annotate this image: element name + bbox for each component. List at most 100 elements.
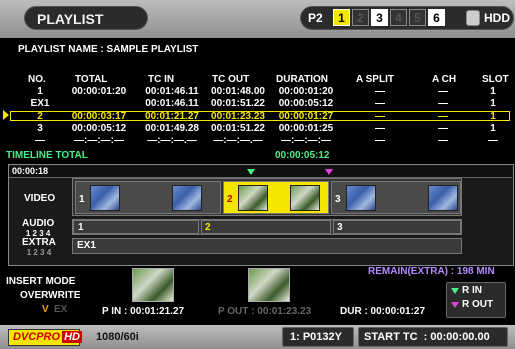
overwrite-label[interactable]: OVERWRITE	[20, 290, 80, 301]
audio-track-label: AUDIO 1 2 3 4	[22, 219, 54, 239]
playlist-name: PLAYLIST NAME : SAMPLE PLAYLIST	[18, 44, 199, 55]
row-cell-total: —:—:—:—	[74, 135, 124, 146]
codec-badge: DVCPRO HD	[8, 329, 82, 346]
row-cell-tc_in: —:—:—.—	[147, 135, 197, 146]
audio-clip-2: 2	[201, 220, 331, 234]
r-in-marker-icon	[451, 288, 459, 294]
v-label: V	[42, 304, 49, 315]
row-cursor-icon	[3, 110, 9, 120]
format-label: 1080/60i	[96, 331, 139, 343]
r-out-label: R OUT	[462, 299, 494, 310]
r-in-label: R IN	[462, 285, 482, 296]
row-cell-slot: 1	[490, 123, 496, 134]
video-clip-3[interactable]: 3	[331, 181, 461, 214]
audio-clip-number: 3	[337, 222, 343, 233]
row-cell-duration: 00:00:01:20	[278, 86, 334, 97]
clip-thumbnail	[172, 185, 202, 211]
col-slot: SLOT	[482, 74, 509, 85]
audio-track[interactable]: 1 2 3	[72, 219, 462, 235]
hdd-label: HDD	[484, 11, 510, 25]
video-track-label: VIDEO	[24, 193, 56, 204]
row-cell-tc_out: —:—:—.—	[213, 135, 263, 146]
clip-thumbnail	[90, 185, 120, 211]
p-out-value: P OUT : 00:01:23.23	[218, 306, 312, 317]
row-cell-slot: —	[488, 135, 498, 146]
video-clip-2[interactable]: 2	[223, 181, 329, 214]
row-cell-slot: 1	[490, 98, 496, 109]
extra-track[interactable]: EX1	[72, 238, 462, 254]
ex-label: EX	[54, 304, 68, 315]
row-cell-total: 00:00:01:20	[71, 86, 127, 97]
row-cell-no: 3	[37, 123, 43, 134]
row-cell-duration: 00:00:01:25	[278, 123, 334, 134]
video-track[interactable]: 1 2 3	[72, 178, 462, 216]
audio-clip-1: 1	[73, 220, 199, 234]
slot-1-indicator: 1	[333, 9, 350, 26]
audio-clip-number: 1	[78, 222, 84, 233]
clip-id: 1: P0132Y	[290, 331, 342, 343]
slot-5-indicator: 5	[409, 9, 426, 26]
title-pill: PLAYLIST	[24, 6, 148, 30]
clip-thumbnail	[290, 185, 320, 211]
insert-mode-label: INSERT MODE	[6, 276, 76, 287]
dur-value: DUR : 00:00:01:27	[340, 306, 426, 317]
extra-channels: 1 2 3 4	[26, 248, 52, 257]
clip-thumbnail	[346, 185, 376, 211]
out-point-marker-icon	[325, 169, 333, 175]
clip-number: 2	[227, 194, 233, 205]
timeline-total-value: 00:00:05:12	[275, 150, 330, 161]
col-no: NO.	[28, 74, 46, 85]
video-clip-1[interactable]: 1	[75, 181, 221, 214]
row-cell-a_ch: —	[438, 98, 448, 109]
row-cell-duration: —:—:—:—	[281, 135, 331, 146]
clip-number: 1	[79, 194, 85, 205]
row-cell-tc_out: 00:01:51.22	[211, 123, 265, 134]
row-cell-a_ch: —	[438, 123, 448, 134]
row-cell-tc_out: 00:01:51.22	[211, 98, 265, 109]
row-cell-tc_in: 00:01:46.11	[145, 86, 199, 97]
r-out-marker-icon	[451, 302, 459, 308]
row-cell-no: —	[35, 135, 45, 146]
extra-clip-label: EX1	[77, 240, 96, 251]
selected-row-highlight	[10, 111, 510, 121]
col-tc-out: TC OUT	[212, 74, 250, 85]
slot-3-indicator: 3	[371, 9, 388, 26]
row-cell-slot: 1	[490, 86, 496, 97]
audio-clip-number: 2	[205, 222, 211, 233]
row-cell-a_split: —	[375, 135, 385, 146]
slot-4-indicator: 4	[390, 9, 407, 26]
start-tc: START TC : 00:00:00.00	[364, 331, 490, 343]
row-cell-a_split: —	[375, 86, 385, 97]
row-cell-duration: 00:00:05:12	[278, 98, 334, 109]
row-cell-a_split: —	[375, 98, 385, 109]
row-cell-a_ch: —	[438, 86, 448, 97]
in-point-thumbnail	[132, 268, 174, 302]
row-cell-tc_in: 00:01:49.28	[145, 123, 199, 134]
p-in-value: P IN : 00:01:21.27	[102, 306, 185, 317]
p2-label: P2	[308, 11, 323, 25]
col-total: TOTAL	[75, 74, 108, 85]
codec-text: DVCPRO	[13, 331, 61, 343]
row-cell-total: 00:00:05:12	[71, 123, 127, 134]
col-a-split: A SPLIT	[356, 74, 394, 85]
audio-label-text: AUDIO	[22, 218, 55, 229]
codec-hd: HD	[62, 331, 82, 343]
row-cell-a_ch: —	[438, 135, 448, 146]
col-duration: DURATION	[276, 74, 329, 85]
col-a-ch: A CH	[432, 74, 457, 85]
extra-label-text: EXTRA	[22, 237, 56, 248]
col-tc-in: TC IN	[148, 74, 175, 85]
slot-6-indicator: 6	[428, 9, 445, 26]
out-point-thumbnail	[248, 268, 290, 302]
row-cell-tc_out: 00:01:48.00	[211, 86, 265, 97]
audio-clip-3: 3	[333, 220, 461, 234]
row-cell-no: 1	[37, 86, 43, 97]
clip-thumbnail	[238, 185, 268, 211]
row-cell-a_split: —	[375, 123, 385, 134]
clip-number: 3	[335, 194, 341, 205]
timeline-total-label: TIMELINE TOTAL	[6, 150, 88, 161]
extra-track-label: EXTRA 1 2 3 4	[22, 238, 56, 258]
in-point-marker-icon	[247, 169, 255, 175]
page-title: PLAYLIST	[37, 11, 104, 27]
timeline-ruler	[9, 166, 512, 178]
